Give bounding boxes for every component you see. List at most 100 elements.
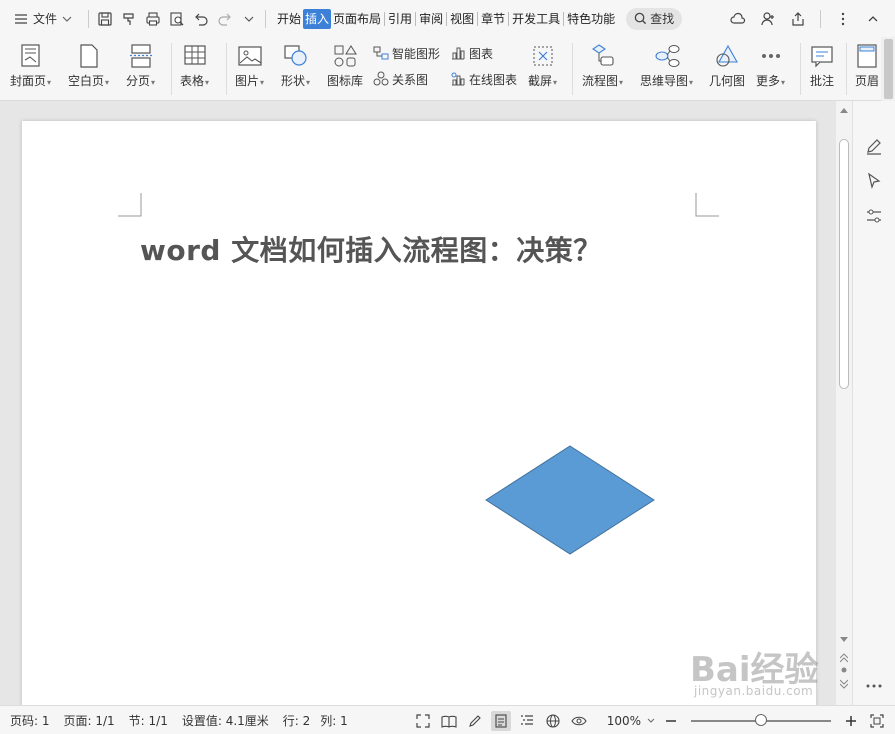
next-page-icon[interactable]	[840, 679, 848, 689]
mind-map-label: 思维导图	[640, 74, 689, 88]
geometry-icon	[716, 44, 738, 67]
relation-chart-label: 关系图	[392, 72, 429, 87]
more-horizontal-icon	[866, 684, 882, 688]
zoom-slider[interactable]	[691, 713, 831, 726]
tab-home[interactable]: 开始	[276, 9, 302, 29]
view-controls: 100%	[413, 706, 887, 734]
file-menu[interactable]: 文件	[0, 0, 84, 37]
adjust-tool-button[interactable]	[864, 206, 884, 226]
divider	[265, 9, 266, 28]
shape-icon	[283, 45, 307, 66]
icon-library-button[interactable]: 图标库	[327, 41, 363, 91]
section-info: 节: 1/1	[128, 713, 168, 728]
tab-page-layout[interactable]: 页面布局	[332, 9, 382, 29]
scroll-up-icon[interactable]	[840, 107, 848, 113]
print-button[interactable]	[141, 7, 165, 31]
redo-button[interactable]	[213, 7, 237, 31]
ribbon-scrollbar[interactable]	[881, 37, 895, 101]
blank-page-icon	[79, 44, 98, 68]
undo-button[interactable]	[189, 7, 213, 31]
zoom-level[interactable]: 100%	[607, 714, 641, 728]
share-button[interactable]	[786, 7, 810, 31]
menu-bar: 文件 开始 插入 页面布局 引用 审阅 视图 章节 开发工具 特色功能 查找	[0, 0, 895, 37]
tab-view[interactable]: 视图	[449, 9, 475, 29]
zoom-slider-knob[interactable]	[755, 713, 767, 726]
mind-map-button[interactable]: 思维导图▾	[640, 41, 693, 91]
chart-button[interactable]: 图表	[450, 42, 493, 64]
scroll-down-icon[interactable]	[840, 637, 848, 643]
page-number[interactable]: 页码: 1	[10, 712, 50, 729]
cover-page-button[interactable]: 封面页▾	[10, 41, 51, 91]
document-page[interactable]: word 文档如何插入流程图：决策？	[22, 121, 816, 721]
comment-label: 批注	[810, 74, 835, 88]
divider	[508, 11, 510, 26]
customize-toolbar-button[interactable]	[237, 7, 261, 31]
collapse-ribbon-button[interactable]	[861, 7, 885, 31]
page-break-icon	[129, 44, 152, 68]
divider	[820, 9, 821, 28]
picture-button[interactable]: 图片▾	[235, 41, 264, 91]
tab-features[interactable]: 特色功能	[566, 9, 616, 29]
divider	[846, 43, 847, 95]
page-break-button[interactable]: 分页▾	[126, 41, 155, 91]
format-painter-button[interactable]	[117, 7, 141, 31]
vertical-scrollbar[interactable]	[836, 101, 852, 705]
chevron-down-icon[interactable]	[647, 718, 655, 724]
panel-more-button[interactable]	[864, 676, 884, 696]
more-button[interactable]: 更多▾	[756, 41, 785, 91]
write-mode-button[interactable]	[465, 711, 485, 731]
document-area: word 文档如何插入流程图：决策？	[0, 101, 836, 721]
fullscreen-button[interactable]	[413, 711, 433, 731]
select-tool-button[interactable]	[864, 171, 884, 191]
redo-icon	[218, 13, 231, 26]
tab-developer[interactable]: 开发工具	[511, 9, 561, 29]
shape-button[interactable]: 形状▾	[281, 41, 310, 91]
chevron-down-icon	[244, 16, 254, 22]
tab-insert[interactable]: 插入	[303, 8, 332, 29]
relation-chart-button[interactable]: 关系图	[373, 68, 428, 90]
cloud-sync-button[interactable]	[726, 7, 750, 31]
picture-label: 图片	[235, 74, 260, 88]
smart-art-label: 智能图形	[392, 46, 441, 61]
decision-diamond-shape[interactable]	[484, 445, 656, 557]
online-chart-button[interactable]: 在线图表	[450, 68, 517, 90]
smart-art-button[interactable]: 智能图形	[373, 42, 440, 64]
tab-review[interactable]: 审阅	[418, 9, 444, 29]
more-options-button[interactable]	[831, 7, 855, 31]
geometry-label: 几何图	[709, 74, 746, 88]
fullscreen-icon	[416, 713, 430, 728]
tab-chapter[interactable]: 章节	[480, 9, 506, 29]
margin-mark-top-right	[695, 193, 719, 217]
collaborate-button[interactable]	[756, 7, 780, 31]
comment-button[interactable]: 批注	[810, 41, 834, 91]
online-chart-icon	[451, 72, 465, 86]
select-browse-icon[interactable]	[840, 667, 848, 673]
fit-page-button[interactable]	[867, 711, 887, 731]
web-view-button[interactable]	[543, 711, 563, 731]
header-button[interactable]: 页眉	[855, 41, 879, 91]
insert-ribbon: 封面页▾ 空白页▾ 分页▾ 表格▾ 图片▾ 形状▾ 图标库 智能图形 图表 关系…	[0, 37, 895, 101]
page-view-button[interactable]	[490, 710, 511, 731]
tab-references[interactable]: 引用	[387, 9, 413, 29]
zoom-in-button[interactable]	[841, 711, 861, 731]
chevron-down-icon	[62, 16, 72, 22]
edit-tool-button[interactable]	[864, 136, 884, 156]
pen-icon	[468, 714, 481, 727]
flowchart-button[interactable]: 流程图▾	[582, 41, 623, 91]
more-label: 更多	[756, 74, 781, 88]
print-preview-button[interactable]	[165, 7, 189, 31]
watermark-site: jingyan.baidu.com	[694, 684, 814, 698]
blank-page-button[interactable]: 空白页▾	[68, 41, 109, 91]
eye-protection-button[interactable]	[569, 711, 589, 731]
zoom-out-button[interactable]	[661, 711, 681, 731]
reading-mode-button[interactable]	[439, 711, 459, 731]
table-button[interactable]: 表格▾	[180, 41, 209, 91]
online-chart-label: 在线图表	[469, 72, 518, 87]
search-button[interactable]: 查找	[626, 7, 683, 30]
prev-page-icon[interactable]	[840, 653, 848, 663]
geometry-button[interactable]: 几何图	[709, 41, 745, 91]
save-button[interactable]	[93, 7, 117, 31]
scrollbar-thumb[interactable]	[839, 139, 849, 389]
screenshot-button[interactable]: 截屏▾	[528, 41, 557, 91]
outline-view-button[interactable]	[517, 711, 537, 731]
